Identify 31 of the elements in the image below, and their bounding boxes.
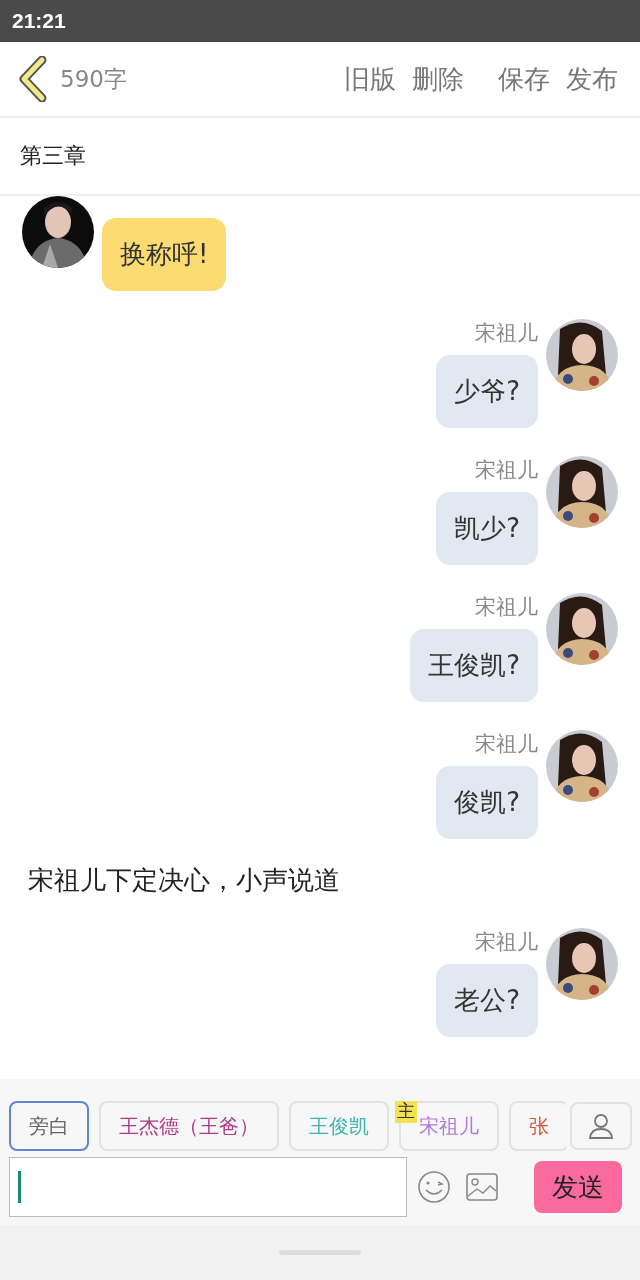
message-input[interactable]	[9, 1157, 407, 1217]
message-bubble: 老公?	[436, 964, 538, 1037]
sender-name: 宋祖儿	[475, 929, 538, 956]
header-action[interactable]: 保存	[490, 61, 558, 97]
character-chip[interactable]: 王杰德（王爸）	[99, 1101, 279, 1151]
status-time: 21:21	[12, 9, 66, 33]
sender-name: 宋祖儿	[475, 320, 538, 347]
header-action[interactable]: 旧版	[336, 61, 404, 97]
character-chip[interactable]: 旁白	[9, 1101, 89, 1151]
message-bubble: 少爷?	[436, 355, 538, 428]
smiley-icon[interactable]	[417, 1170, 451, 1204]
sender-name: 宋祖儿	[475, 731, 538, 758]
header-action[interactable]: 发布	[558, 61, 626, 97]
word-count: 590字	[60, 64, 127, 94]
header-action[interactable]: 删除	[404, 61, 472, 97]
person-icon	[587, 1112, 615, 1140]
sender-name: 宋祖儿	[475, 594, 538, 621]
narration-text: 宋祖儿下定决心，小声说道	[27, 864, 341, 897]
message-bubble: 俊凯?	[436, 766, 538, 839]
chapter-title: 第三章	[0, 118, 640, 196]
message-bubble: 换称呼!	[102, 218, 227, 291]
character-chip[interactable]: 张	[509, 1101, 566, 1151]
message-bubble: 王俊凯?	[410, 629, 538, 702]
send-button[interactable]: 发送	[534, 1161, 622, 1213]
image-icon[interactable]	[465, 1172, 499, 1202]
sender-name: 宋祖儿	[475, 457, 538, 484]
message-bubble: 凯少?	[436, 492, 538, 565]
character-chip[interactable]: 王俊凯	[289, 1101, 389, 1151]
person-button[interactable]	[570, 1102, 632, 1150]
back-icon[interactable]	[18, 56, 48, 102]
main-badge: 主	[395, 1101, 417, 1123]
